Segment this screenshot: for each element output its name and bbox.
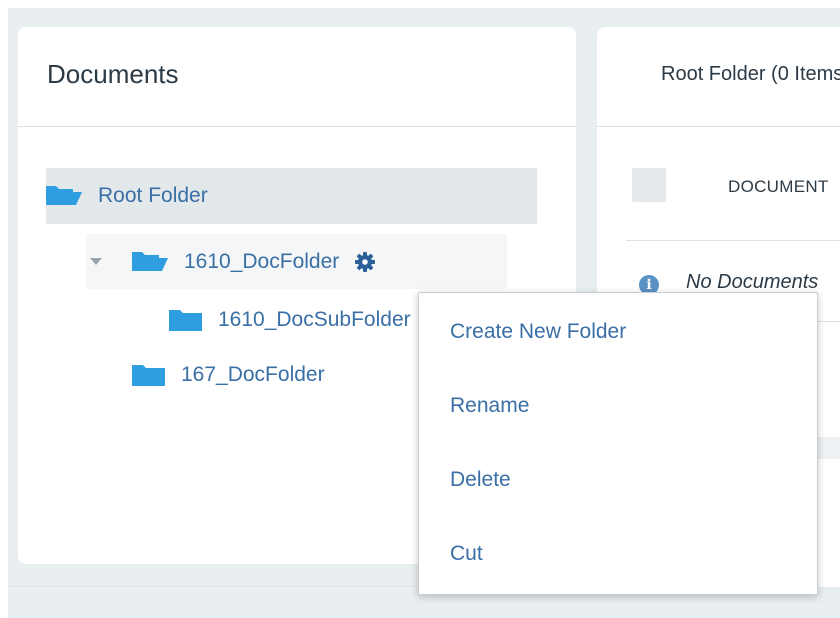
- tree-item-1610-docfolder[interactable]: 1610_DocFolder: [86, 234, 507, 289]
- documents-panel-header: Documents: [18, 27, 576, 127]
- folder-icon: [169, 309, 202, 331]
- gear-icon[interactable]: [355, 251, 376, 272]
- column-divider: [626, 240, 840, 241]
- tree-item-label: 1610_DocSubFolder: [218, 308, 411, 331]
- folder-open-icon: [46, 185, 82, 207]
- tree-item-1610-docsubfolder[interactable]: 1610_DocSubFolder: [169, 300, 411, 340]
- tree-item-167-docfolder[interactable]: 167_DocFolder: [132, 355, 325, 395]
- folder-icon: [132, 364, 165, 386]
- tree-item-root-folder[interactable]: Root Folder: [46, 168, 537, 224]
- folder-context-menu: Create New Folder Rename Delete Cut: [418, 292, 818, 595]
- menu-item-rename[interactable]: Rename: [450, 394, 529, 418]
- panel-title: Documents: [47, 59, 179, 89]
- menu-item-delete[interactable]: Delete: [450, 468, 511, 492]
- select-all-checkbox[interactable]: [632, 168, 666, 202]
- column-header-document[interactable]: DOCUMENT: [728, 177, 829, 197]
- tree-item-label: 167_DocFolder: [181, 363, 325, 386]
- empty-state-message: No Documents: [686, 271, 819, 293]
- chevron-down-icon[interactable]: [90, 258, 102, 265]
- folder-contents-header: Root Folder (0 Items): [597, 27, 840, 127]
- menu-item-create-new-folder[interactable]: Create New Folder: [450, 320, 626, 344]
- tree-item-label: 1610_DocFolder: [184, 249, 340, 273]
- menu-item-cut[interactable]: Cut: [450, 542, 483, 566]
- folder-title: Root Folder (0 Items): [661, 63, 840, 85]
- folder-open-icon: [132, 251, 168, 273]
- tree-item-label: Root Folder: [98, 184, 208, 207]
